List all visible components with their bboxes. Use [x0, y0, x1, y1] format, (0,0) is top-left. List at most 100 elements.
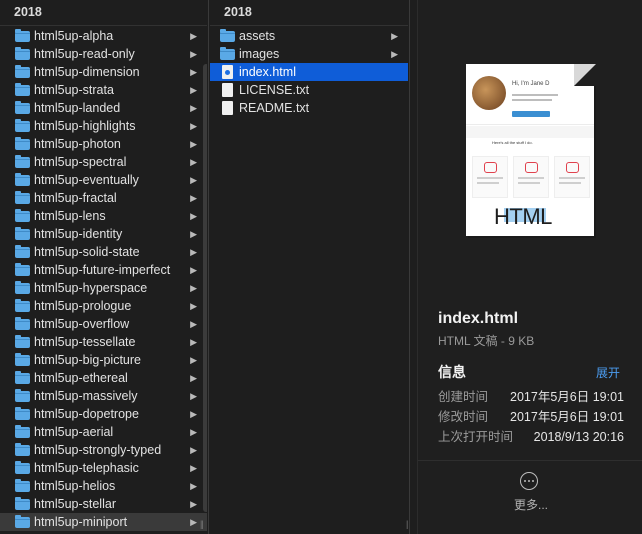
- folder-row[interactable]: html5up-overflow ▶: [0, 315, 207, 333]
- folder-row[interactable]: html5up-dopetrope ▶: [0, 405, 207, 423]
- folder-icon: [220, 29, 235, 42]
- page-curl-icon: [574, 64, 596, 86]
- info-value: 2017年5月6日 19:01: [510, 390, 624, 404]
- scrollbar[interactable]: [203, 64, 207, 512]
- file-row[interactable]: index.html: [210, 63, 408, 81]
- folder-row[interactable]: images ▶: [210, 45, 408, 63]
- ellipsis-circle-icon[interactable]: [520, 472, 538, 490]
- info-key: 修改时间: [438, 410, 489, 424]
- folder-row[interactable]: html5up-eventually ▶: [0, 171, 207, 189]
- folder-row[interactable]: html5up-dimension ▶: [0, 63, 207, 81]
- folder-icon: [15, 209, 30, 222]
- chevron-right-icon: ▶: [190, 463, 197, 473]
- folder-list: html5up-alpha ▶ html5up-read-only ▶ html5up-…: [0, 26, 207, 531]
- document-icon: [222, 83, 233, 97]
- info-key: 上次打开时间: [438, 430, 514, 444]
- folder-row[interactable]: html5up-strongly-typed ▶: [0, 441, 207, 459]
- column-divider: [208, 0, 209, 534]
- thumbnail-greeting: Hi, I'm Jane D: [512, 81, 550, 87]
- folder-label: html5up-alpha: [34, 29, 114, 43]
- folder-row[interactable]: html5up-identity ▶: [0, 225, 207, 243]
- preview-separator: [418, 460, 642, 461]
- file-row[interactable]: README.txt: [210, 99, 408, 117]
- folder-icon: [15, 137, 30, 150]
- chevron-right-icon: ▶: [190, 139, 197, 149]
- folder-label: html5up-future-imperfect: [34, 263, 171, 277]
- more-button[interactable]: 更多...: [514, 496, 548, 513]
- folder-icon: [15, 479, 30, 492]
- folder-row[interactable]: html5up-tessellate ▶: [0, 333, 207, 351]
- chevron-right-icon: ▶: [190, 265, 197, 275]
- folder-label: html5up-hyperspace: [34, 281, 148, 295]
- folder-row[interactable]: html5up-stellar ▶: [0, 495, 207, 513]
- folder-row[interactable]: html5up-landed ▶: [0, 99, 207, 117]
- folder-icon: [15, 371, 30, 384]
- folder-label: html5up-solid-state: [34, 245, 140, 259]
- column-resize-handle[interactable]: ||: [406, 519, 408, 529]
- folder-row[interactable]: html5up-spectral ▶: [0, 153, 207, 171]
- folder-row[interactable]: html5up-read-only ▶: [0, 45, 207, 63]
- folder-icon: [15, 227, 30, 240]
- folder-label: html5up-helios: [34, 479, 116, 493]
- folder-label: html5up-miniport: [34, 515, 128, 529]
- info-row-modified: 修改时间 2017年5月6日 19:01: [438, 407, 624, 427]
- chevron-right-icon: ▶: [391, 31, 398, 41]
- folder-row[interactable]: html5up-highlights ▶: [0, 117, 207, 135]
- folder-label: html5up-massively: [34, 389, 138, 403]
- folder-row[interactable]: html5up-lens ▶: [0, 207, 207, 225]
- info-row-created: 创建时间 2017年5月6日 19:01: [438, 387, 624, 407]
- info-value: 2017年5月6日 19:01: [510, 410, 624, 424]
- column-header: 2018: [210, 0, 408, 26]
- chevron-right-icon: ▶: [190, 85, 197, 95]
- expand-link[interactable]: 展开: [596, 364, 620, 381]
- chevron-right-icon: ▶: [190, 175, 197, 185]
- folder-label: html5up-lens: [34, 209, 106, 223]
- folder-icon: [15, 101, 30, 114]
- chevron-right-icon: ▶: [190, 31, 197, 41]
- chevron-right-icon: ▶: [190, 373, 197, 383]
- folder-row[interactable]: html5up-ethereal ▶: [0, 369, 207, 387]
- folder-row[interactable]: html5up-miniport ▶: [0, 513, 207, 531]
- folder-icon: [220, 47, 235, 60]
- document-icon: [222, 101, 233, 115]
- folder-icon: [15, 317, 30, 330]
- folder-row[interactable]: html5up-massively ▶: [0, 387, 207, 405]
- folder-row[interactable]: html5up-photon ▶: [0, 135, 207, 153]
- file-label: assets: [239, 29, 276, 43]
- folder-row[interactable]: html5up-fractal ▶: [0, 189, 207, 207]
- folder-row[interactable]: html5up-helios ▶: [0, 477, 207, 495]
- chevron-right-icon: ▶: [190, 49, 197, 59]
- folder-row[interactable]: html5up-telephasic ▶: [0, 459, 207, 477]
- folder-label: html5up-read-only: [34, 47, 135, 61]
- thumbnail-button: [512, 111, 550, 117]
- chevron-right-icon: ▶: [391, 49, 398, 59]
- folder-row[interactable]: html5up-future-imperfect ▶: [0, 261, 207, 279]
- folder-label: html5up-photon: [34, 137, 121, 151]
- chevron-right-icon: ▶: [190, 211, 197, 221]
- folder-row[interactable]: html5up-big-picture ▶: [0, 351, 207, 369]
- folder-icon: [15, 83, 30, 96]
- column-resize-handle[interactable]: ||: [200, 519, 204, 529]
- chevron-right-icon: ▶: [190, 103, 197, 113]
- chevron-right-icon: ▶: [190, 121, 197, 131]
- thumbnail-card: [513, 156, 549, 198]
- folder-icon: [15, 29, 30, 42]
- folder-row[interactable]: assets ▶: [210, 27, 408, 45]
- folder-icon: [15, 119, 30, 132]
- info-key: 创建时间: [438, 390, 489, 404]
- chevron-right-icon: ▶: [190, 445, 197, 455]
- folder-row[interactable]: html5up-strata ▶: [0, 81, 207, 99]
- folder-label: html5up-highlights: [34, 119, 136, 133]
- preview-pane: Hi, I'm Jane D Here's all the stuff I do…: [418, 0, 642, 534]
- preview-file-kind: HTML 文稿 - 9 KB: [438, 334, 535, 348]
- folder-row[interactable]: html5up-aerial ▶: [0, 423, 207, 441]
- file-row[interactable]: LICENSE.txt: [210, 81, 408, 99]
- folder-row[interactable]: html5up-prologue ▶: [0, 297, 207, 315]
- folder-icon: [15, 299, 30, 312]
- folder-row[interactable]: html5up-hyperspace ▶: [0, 279, 207, 297]
- thumbnail-page: Hi, I'm Jane D Here's all the stuff I do…: [466, 64, 594, 236]
- folder-icon: [15, 389, 30, 402]
- thumbnail-section-title: Here's all the stuff I do.: [492, 140, 533, 145]
- folder-row[interactable]: html5up-solid-state ▶: [0, 243, 207, 261]
- folder-row[interactable]: html5up-alpha ▶: [0, 27, 207, 45]
